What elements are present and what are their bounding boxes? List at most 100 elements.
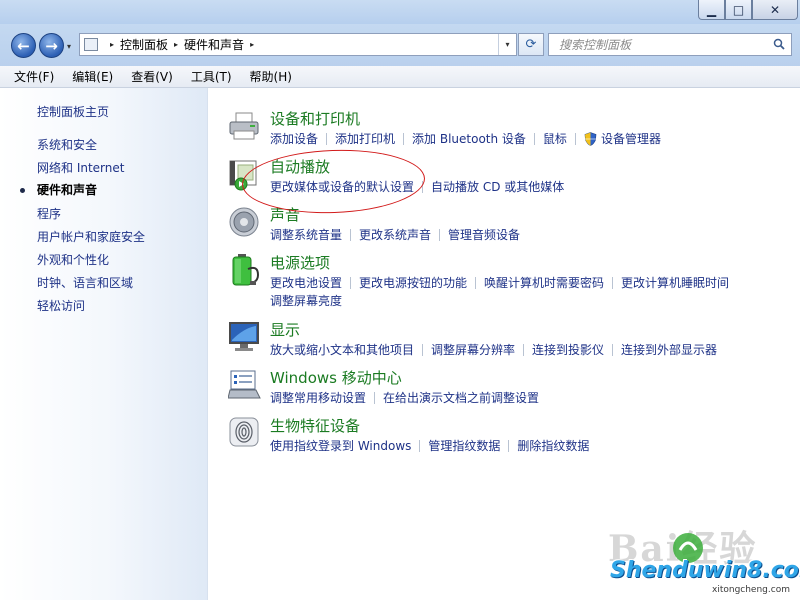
link-delete-fingerprint-data[interactable]: 删除指纹数据 (517, 437, 589, 454)
sidebar-item-ease-of-access[interactable]: 轻松访问 (37, 297, 85, 314)
search-icon[interactable] (773, 38, 785, 50)
minimize-icon: ▁ (706, 2, 717, 17)
sidebar-item-clock-language-region[interactable]: 时钟、语言和区域 (37, 274, 133, 291)
breadcrumb-separator[interactable]: ▸ (110, 40, 114, 49)
link-separator (612, 343, 614, 356)
link-add-printer[interactable]: 添加打印机 (335, 130, 395, 147)
maximize-icon: □ (732, 2, 745, 17)
link-adjust-brightness[interactable]: 调整屏幕亮度 (270, 294, 342, 308)
breadcrumb-separator[interactable]: ▸ (250, 40, 254, 49)
link-separator (439, 228, 441, 241)
link-connect-projector[interactable]: 连接到投影仪 (532, 341, 604, 358)
autoplay-icon[interactable] (228, 157, 262, 191)
link-change-sleep-time[interactable]: 更改计算机睡眠时间 (621, 274, 729, 291)
control-panel-icon (84, 38, 98, 51)
link-separator (419, 439, 421, 452)
section-title-display[interactable]: 显示 (270, 319, 300, 340)
back-arrow-icon: ← (17, 36, 30, 55)
link-change-battery-settings[interactable]: 更改电池设置 (270, 274, 342, 291)
fingerprint-icon[interactable] (228, 416, 262, 450)
link-device-manager[interactable]: 设备管理器 (601, 130, 661, 147)
section-links: 放大或缩小文本和其他项目 调整屏幕分辨率 连接到投影仪 连接到外部显示器 (270, 341, 717, 358)
link-adjust-resolution[interactable]: 调整屏幕分辨率 (431, 341, 515, 358)
mobility-center-icon[interactable] (228, 368, 262, 402)
link-fingerprint-login[interactable]: 使用指纹登录到 Windows (270, 437, 411, 454)
menu-tools[interactable]: 工具(T) (187, 68, 236, 85)
link-presentation-settings[interactable]: 在给出演示文档之前调整设置 (383, 389, 539, 406)
address-bar[interactable]: ▸ 控制面板 ▸ 硬件和声音 ▸ ▾ (79, 33, 517, 56)
window-controls: ▁ □ ✕ (698, 0, 798, 20)
section-links: 调整常用移动设置 在给出演示文档之前调整设置 (270, 389, 539, 406)
link-separator (508, 439, 510, 452)
section-title-mobility-center[interactable]: Windows 移动中心 (270, 367, 402, 388)
sidebar-item-programs[interactable]: 程序 (37, 205, 61, 222)
section-links-row-2: 调整屏幕亮度 (270, 292, 342, 309)
link-separator (403, 132, 405, 145)
menu-view[interactable]: 查看(V) (127, 68, 177, 85)
xitongcheng-watermark: xitongcheng.com (712, 585, 790, 595)
sidebar-item-appearance[interactable]: 外观和个性化 (37, 251, 109, 268)
link-separator (350, 228, 352, 241)
link-make-text-larger-smaller[interactable]: 放大或缩小文本和其他项目 (270, 341, 414, 358)
current-item-bullet-icon (20, 188, 25, 193)
link-change-system-sounds[interactable]: 更改系统声音 (359, 226, 431, 243)
breadcrumb-control-panel[interactable]: 控制面板 (120, 36, 168, 53)
link-separator (350, 276, 352, 289)
sidebar-item-network-internet[interactable]: 网络和 Internet (37, 159, 124, 176)
sidebar-item-control-panel-home[interactable]: 控制面板主页 (37, 103, 109, 120)
link-mouse[interactable]: 鼠标 (543, 130, 567, 147)
forward-button[interactable]: → (39, 33, 64, 58)
sidebar-item-system-security[interactable]: 系统和安全 (37, 136, 97, 153)
link-separator (533, 132, 535, 145)
section-title-sound[interactable]: 声音 (270, 204, 300, 225)
link-connect-external-display[interactable]: 连接到外部显示器 (621, 341, 717, 358)
menu-edit[interactable]: 编辑(E) (68, 68, 117, 85)
link-require-password-wake[interactable]: 唤醒计算机时需要密码 (484, 274, 604, 291)
sidebar-item-user-accounts[interactable]: 用户帐户和家庭安全 (37, 228, 145, 245)
speaker-icon[interactable] (228, 205, 262, 239)
menu-help[interactable]: 帮助(H) (246, 68, 296, 85)
menu-file[interactable]: 文件(F) (10, 68, 58, 85)
printer-icon[interactable] (228, 109, 262, 143)
search-box[interactable]: 搜索控制面板 (548, 33, 792, 56)
link-add-device[interactable]: 添加设备 (270, 130, 318, 147)
link-separator (574, 132, 576, 145)
battery-icon[interactable] (228, 253, 262, 287)
section-links: 使用指纹登录到 Windows 管理指纹数据 删除指纹数据 (270, 437, 589, 454)
search-input[interactable]: 搜索控制面板 (559, 36, 631, 53)
chevron-down-icon: ▾ (505, 40, 510, 49)
recent-pages-dropdown[interactable]: ▾ (67, 42, 71, 51)
section-title-devices-printers[interactable]: 设备和打印机 (270, 108, 360, 129)
link-adjust-mobility-settings[interactable]: 调整常用移动设置 (270, 389, 366, 406)
monitor-icon[interactable] (228, 320, 262, 354)
menu-bar: 文件(F) 编辑(E) 查看(V) 工具(T) 帮助(H) (0, 66, 800, 88)
section-links: 更改电池设置 更改电源按钮的功能 唤醒计算机时需要密码 更改计算机睡眠时间 (270, 274, 729, 291)
link-autoplay-cd[interactable]: 自动播放 CD 或其他媒体 (431, 178, 564, 195)
refresh-button[interactable]: ⟳ (518, 33, 544, 56)
close-button[interactable]: ✕ (752, 0, 798, 20)
section-title-biometric-devices[interactable]: 生物特征设备 (270, 415, 360, 436)
navigation-bar: ← → ▾ ▸ 控制面板 ▸ 硬件和声音 ▸ ▾ ⟳ 搜索控制面板 (0, 24, 800, 66)
breadcrumb-separator[interactable]: ▸ (174, 40, 178, 49)
section-title-power-options[interactable]: 电源选项 (270, 252, 330, 273)
breadcrumb-hardware-sound[interactable]: 硬件和声音 (184, 36, 244, 53)
minimize-button[interactable]: ▁ (698, 0, 725, 20)
section-links: 更改媒体或设备的默认设置 自动播放 CD 或其他媒体 (270, 178, 564, 195)
link-power-button-function[interactable]: 更改电源按钮的功能 (359, 274, 467, 291)
link-change-media-defaults[interactable]: 更改媒体或设备的默认设置 (270, 178, 414, 195)
link-separator (523, 343, 525, 356)
link-adjust-volume[interactable]: 调整系统音量 (270, 226, 342, 243)
uac-shield-icon (584, 131, 597, 146)
link-manage-fingerprint-data[interactable]: 管理指纹数据 (428, 437, 500, 454)
shenduwin8-watermark: Shenduwin8.com (610, 558, 800, 583)
link-separator (612, 276, 614, 289)
address-dropdown-button[interactable]: ▾ (498, 34, 516, 55)
link-manage-audio-devices[interactable]: 管理音频设备 (448, 226, 520, 243)
back-button[interactable]: ← (11, 33, 36, 58)
forward-arrow-icon: → (45, 36, 58, 55)
section-title-autoplay[interactable]: 自动播放 (270, 156, 330, 177)
link-add-bluetooth[interactable]: 添加 Bluetooth 设备 (412, 130, 526, 147)
maximize-button[interactable]: □ (725, 0, 752, 20)
section-links: 调整系统音量 更改系统声音 管理音频设备 (270, 226, 520, 243)
close-icon: ✕ (769, 2, 781, 17)
